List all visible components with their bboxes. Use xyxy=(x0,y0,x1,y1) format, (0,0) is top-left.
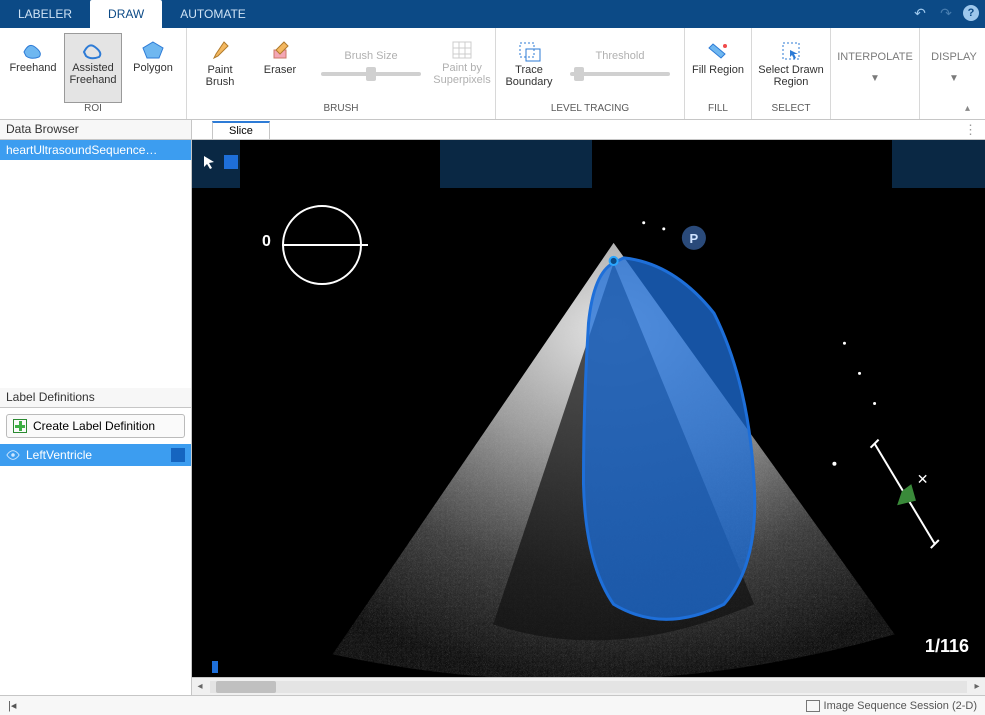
chevron-down-icon: ▼ xyxy=(870,73,880,84)
ribbon: Freehand Assisted Freehand Polygon ROI P… xyxy=(0,28,985,120)
superpixels-icon xyxy=(451,40,473,60)
slice-tab[interactable]: Slice xyxy=(212,121,270,139)
slice-tab-options-icon[interactable]: ⋮ xyxy=(964,122,977,138)
create-label-definition-button[interactable]: Create Label Definition xyxy=(6,414,185,438)
tab-draw[interactable]: DRAW xyxy=(90,0,162,28)
group-label-roi: ROI xyxy=(84,103,102,117)
eraser-icon xyxy=(270,40,290,62)
display-dropdown[interactable]: DISPLAY ▼ xyxy=(924,32,984,102)
freehand-icon xyxy=(21,40,45,60)
left-panel: Data Browser heartUltrasoundSequence… La… xyxy=(0,120,192,695)
select-drawn-region-button[interactable]: Select Drawn Region xyxy=(756,33,826,103)
scale-marker: ✕ xyxy=(871,440,939,548)
help-icon[interactable]: ? xyxy=(963,5,979,21)
paint-brush-icon xyxy=(210,40,230,62)
polygon-button[interactable]: Polygon xyxy=(124,33,182,103)
trace-boundary-icon xyxy=(517,40,541,62)
brush-size-slider[interactable]: Brush Size xyxy=(311,50,431,86)
trace-boundary-button[interactable]: Trace Boundary xyxy=(500,33,558,103)
main-area: Data Browser heartUltrasoundSequence… La… xyxy=(0,120,985,695)
tab-labeler[interactable]: LABELER xyxy=(0,0,90,28)
tab-automate[interactable]: AUTOMATE xyxy=(162,0,264,28)
ribbon-group-fill: Fill Region FILL xyxy=(685,28,752,119)
session-type-icon xyxy=(806,700,820,712)
ribbon-group-brush: Paint Brush Eraser Brush Size Paint by S… xyxy=(187,28,496,119)
image-viewer[interactable]: P ✕ 0 xyxy=(192,140,985,677)
ribbon-group-roi: Freehand Assisted Freehand Polygon ROI xyxy=(0,28,187,119)
scroll-right-icon[interactable]: ▸ xyxy=(969,681,985,692)
data-browser-item[interactable]: heartUltrasoundSequence… xyxy=(0,140,191,160)
fill-region-icon xyxy=(707,40,729,62)
assisted-freehand-icon xyxy=(81,40,105,60)
assisted-freehand-button[interactable]: Assisted Freehand xyxy=(64,33,122,103)
svg-text:✕: ✕ xyxy=(917,471,929,487)
eraser-button[interactable]: Eraser xyxy=(251,33,309,103)
group-label-select: SELECT xyxy=(772,103,811,117)
select-region-icon xyxy=(780,40,802,62)
ribbon-group-select: Select Drawn Region SELECT xyxy=(752,28,831,119)
visibility-icon[interactable] xyxy=(6,448,20,462)
ribbon-collapse-icon[interactable]: ▴ xyxy=(965,103,979,117)
plus-icon xyxy=(13,419,27,433)
paint-by-superpixels-button: Paint by Superpixels xyxy=(433,33,491,103)
label-name: LeftVentricle xyxy=(26,448,92,462)
label-color-swatch[interactable] xyxy=(171,448,185,462)
group-label-level: LEVEL TRACING xyxy=(551,103,629,117)
ribbon-group-level: Trace Boundary Threshold LEVEL TRACING xyxy=(496,28,685,119)
group-label-fill: FILL xyxy=(708,103,728,117)
roi-left-ventricle[interactable] xyxy=(583,258,754,619)
top-tabstrip: LABELER DRAW AUTOMATE ↶ ↷ ? xyxy=(0,0,985,28)
scrollbar-thumb[interactable] xyxy=(216,681,276,693)
threshold-slider[interactable]: Threshold xyxy=(560,50,680,86)
frame-counter: 1/116 xyxy=(925,636,969,657)
canvas-panel: Slice ⋮ xyxy=(192,120,985,695)
paint-brush-button[interactable]: Paint Brush xyxy=(191,33,249,103)
ribbon-group-interpolate: INTERPOLATE ▼ xyxy=(831,28,920,119)
chevron-down-icon: ▼ xyxy=(949,73,959,84)
svg-text:P: P xyxy=(690,231,699,246)
film-position-tick[interactable] xyxy=(212,661,218,673)
data-browser-body: heartUltrasoundSequence… xyxy=(0,140,191,388)
session-type-label: Image Sequence Session (2-D) xyxy=(824,700,977,712)
label-definitions-body: Create Label Definition LeftVentricle xyxy=(0,408,191,695)
slice-tabbar: Slice ⋮ xyxy=(192,120,985,140)
scroll-left-icon[interactable]: ◂ xyxy=(192,681,208,692)
label-definition-row[interactable]: LeftVentricle xyxy=(0,444,191,466)
orientation-compass: 0 xyxy=(282,205,362,285)
viewer-horizontal-scrollbar[interactable]: ◂ ▸ xyxy=(192,677,985,695)
group-label-brush: BRUSH xyxy=(323,103,358,117)
freehand-button[interactable]: Freehand xyxy=(4,33,62,103)
data-browser-header: Data Browser xyxy=(0,120,191,140)
roi-start-handle[interactable] xyxy=(610,257,618,265)
label-definitions-header: Label Definitions xyxy=(0,388,191,408)
status-bar: |◂ Image Sequence Session (2-D) xyxy=(0,695,985,715)
interpolate-dropdown[interactable]: INTERPOLATE ▼ xyxy=(835,32,915,102)
polygon-icon xyxy=(141,40,165,60)
fill-region-button[interactable]: Fill Region xyxy=(689,33,747,103)
redo-icon[interactable]: ↷ xyxy=(937,4,955,22)
goto-start-icon[interactable]: |◂ xyxy=(8,699,22,712)
undo-icon[interactable]: ↶ xyxy=(911,4,929,22)
